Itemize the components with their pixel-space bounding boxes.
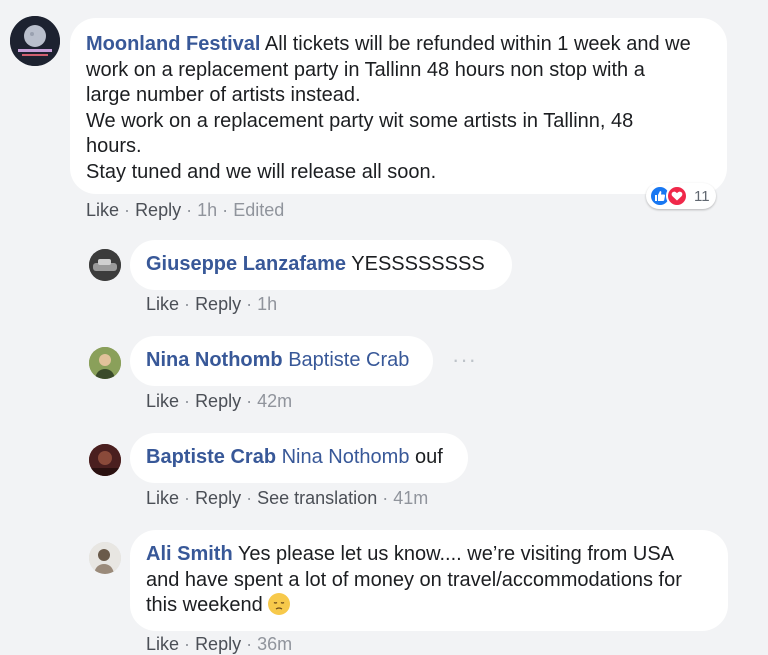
comment-bubble: Giuseppe Lanzafame YESSSSSSSS bbox=[130, 240, 512, 290]
comment-actions: Like · Reply · 42m bbox=[146, 391, 293, 411]
love-icon bbox=[666, 185, 688, 207]
mention-link[interactable]: Nina Nothomb bbox=[282, 446, 410, 468]
person-photo-icon bbox=[89, 347, 121, 379]
timestamp[interactable]: 1h bbox=[197, 200, 217, 220]
comment-text-line: work on a replacement party in Tallinn 4… bbox=[86, 58, 645, 81]
avatar[interactable] bbox=[10, 16, 60, 66]
more-options-button[interactable]: ··· bbox=[452, 347, 477, 373]
comment-actions: Like · Reply · 1h bbox=[146, 294, 278, 314]
like-link[interactable]: Like bbox=[146, 488, 179, 508]
comment-text-line: large number of artists instead. bbox=[86, 84, 361, 106]
reply-link[interactable]: Reply bbox=[195, 391, 241, 411]
avatar[interactable] bbox=[89, 542, 121, 574]
like-link[interactable]: Like bbox=[86, 200, 119, 220]
author-name[interactable]: Moonland Festival bbox=[86, 33, 260, 55]
comment-actions: Like · Reply · See translation · 41m bbox=[146, 488, 429, 508]
avatar[interactable] bbox=[89, 249, 121, 281]
reactions-summary[interactable]: 11 bbox=[646, 183, 716, 209]
comment-bubble: Ali Smith Yes please let us know.... we’… bbox=[130, 530, 728, 631]
comment-actions: Like · Reply · 36m bbox=[146, 634, 293, 654]
like-link[interactable]: Like bbox=[146, 634, 179, 654]
timestamp[interactable]: 36m bbox=[257, 634, 292, 654]
comment-text-line: Stay tuned and we will release all soon. bbox=[86, 160, 437, 183]
comment-text: YESSSSSSSS bbox=[351, 253, 485, 275]
reply-link[interactable]: Reply bbox=[135, 200, 181, 220]
timestamp[interactable]: 1h bbox=[257, 294, 277, 314]
comment-actions: Like · Reply · 1h · Edited bbox=[86, 200, 285, 220]
disappointed-face-emoji bbox=[268, 593, 291, 615]
comment-bubble: Moonland Festival All tickets will be re… bbox=[70, 18, 727, 194]
comment-text-line: All tickets will be refunded within 1 we… bbox=[264, 33, 691, 55]
reaction-count: 11 bbox=[694, 187, 710, 205]
person-photo-icon bbox=[89, 542, 121, 574]
comment-bubble: Nina Nothomb Baptiste Crab bbox=[130, 336, 433, 386]
comment-text-line: hours. bbox=[86, 135, 142, 157]
car-photo-icon bbox=[89, 249, 121, 281]
comment-text-line: and have spent a lot of money on travel/… bbox=[146, 568, 682, 591]
reply-link[interactable]: Reply bbox=[195, 488, 241, 508]
author-name[interactable]: Baptiste Crab bbox=[146, 446, 276, 468]
comment-text: ouf bbox=[415, 446, 443, 468]
person-photo-icon bbox=[89, 444, 121, 476]
moon-logo-icon bbox=[10, 16, 60, 66]
reply-link[interactable]: Reply bbox=[195, 634, 241, 654]
comment-text-line: Yes please let us know.... we’re visitin… bbox=[237, 543, 674, 565]
edited-label[interactable]: Edited bbox=[233, 200, 284, 220]
reply-link[interactable]: Reply bbox=[195, 294, 241, 314]
avatar[interactable] bbox=[89, 444, 121, 476]
mention-link[interactable]: Baptiste Crab bbox=[288, 349, 409, 371]
comment-text-line: We work on a replacement party wit some … bbox=[86, 109, 634, 132]
avatar[interactable] bbox=[89, 347, 121, 379]
author-name[interactable]: Nina Nothomb bbox=[146, 349, 283, 371]
author-name[interactable]: Ali Smith bbox=[146, 543, 233, 565]
author-name[interactable]: Giuseppe Lanzafame bbox=[146, 253, 346, 275]
timestamp[interactable]: 41m bbox=[393, 488, 428, 508]
comment-text-line: this weekend bbox=[146, 594, 263, 616]
like-link[interactable]: Like bbox=[146, 391, 179, 411]
comment-bubble: Baptiste Crab Nina Nothomb ouf bbox=[130, 433, 468, 483]
like-link[interactable]: Like bbox=[146, 294, 179, 314]
timestamp[interactable]: 42m bbox=[257, 391, 292, 411]
see-translation-link[interactable]: See translation bbox=[257, 488, 377, 508]
